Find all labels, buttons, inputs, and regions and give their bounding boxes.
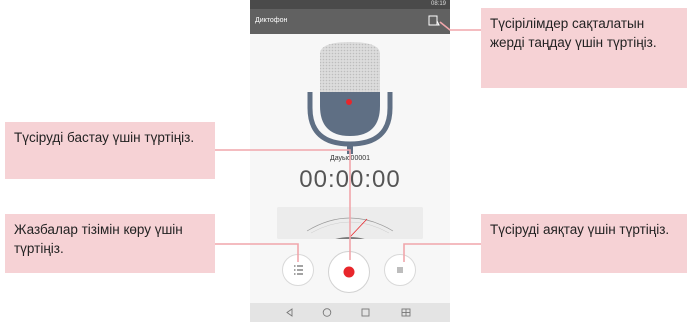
dual-window-icon[interactable] (401, 308, 411, 317)
app-bar: Диктофон (250, 9, 450, 34)
callout-start-recording: Түсіруді бастау үшін түртіңіз. (5, 122, 215, 179)
app-title: Диктофон (255, 17, 288, 24)
recent-apps-icon[interactable] (361, 308, 370, 317)
navigation-bar (250, 303, 450, 322)
recordings-list-button[interactable] (282, 254, 314, 286)
level-meter (277, 207, 423, 239)
phone-screen: 08:19 Диктофон Дауыс00001 00:00:00 (250, 0, 450, 322)
storage-location-icon[interactable] (428, 15, 440, 27)
recording-name: Дауыс00001 (329, 155, 371, 162)
record-button[interactable] (328, 251, 370, 293)
callout-storage-location: Түсірілімдер сақталатын жерді таңдау үші… (481, 8, 687, 88)
status-time: 08:19 (430, 1, 446, 7)
back-icon[interactable] (286, 308, 293, 317)
stop-icon (397, 267, 403, 273)
record-icon (343, 266, 355, 278)
stop-button[interactable] (384, 254, 416, 286)
list-icon (294, 265, 303, 275)
status-bar: 08:19 (250, 0, 450, 9)
home-icon[interactable] (322, 308, 332, 317)
callout-recordings-list: Жазбалар тізімін көру үшін түртіңіз. (5, 214, 215, 273)
recording-timer: 00:00:00 (299, 166, 401, 193)
microphone-icon (307, 42, 393, 154)
callout-stop-recording: Түсіруді аяқтау үшін түртіңіз. (481, 214, 687, 273)
